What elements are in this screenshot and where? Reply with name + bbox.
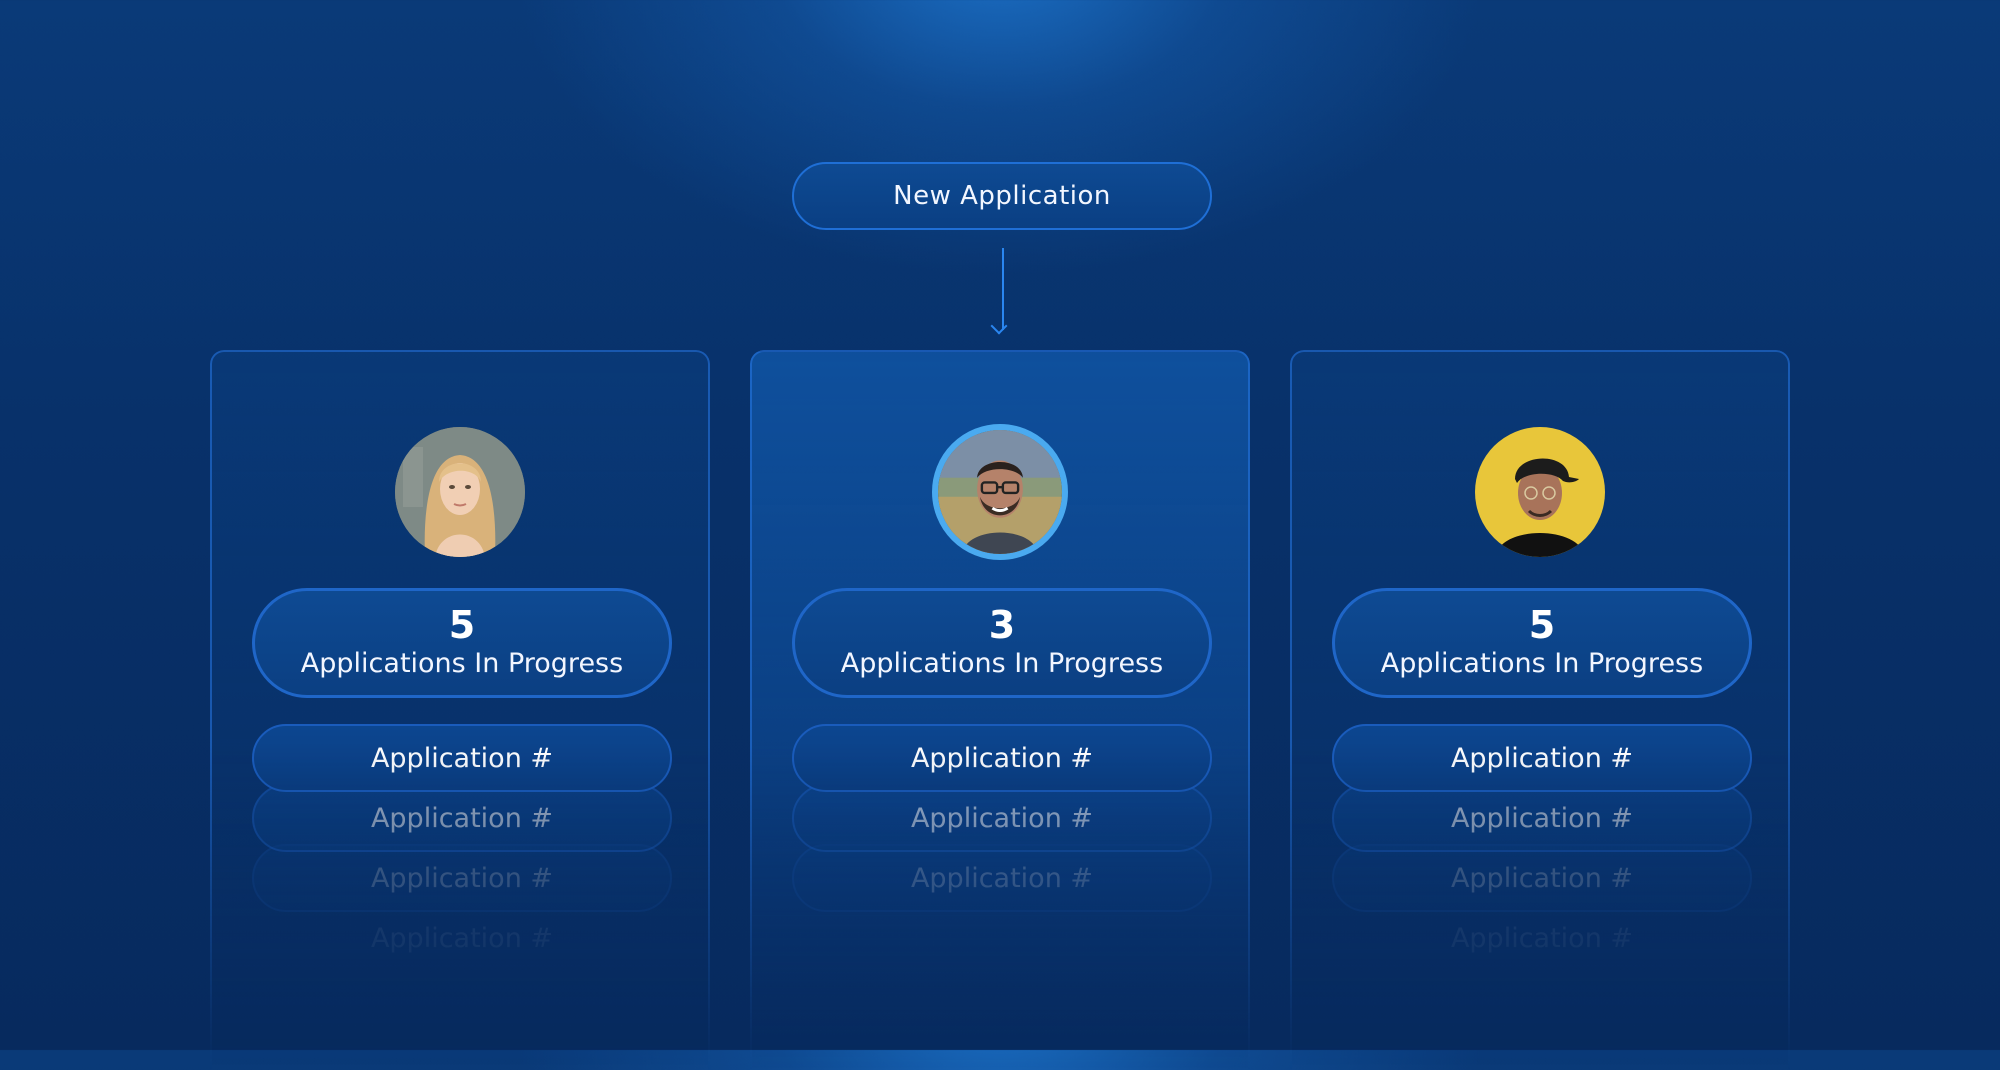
assignee-card-1: 5 Applications In Progress Application #… bbox=[210, 350, 710, 1070]
count-label: Applications In Progress bbox=[1380, 648, 1704, 679]
assignee-card-2: 3 Applications In Progress Application #… bbox=[750, 350, 1250, 1070]
arrow-down-icon bbox=[990, 317, 1008, 335]
count-label: Applications In Progress bbox=[840, 648, 1164, 679]
new-application-node[interactable]: New Application bbox=[792, 162, 1212, 230]
man-avatar-image bbox=[938, 430, 1062, 554]
application-item[interactable]: Application # bbox=[792, 724, 1212, 792]
application-item[interactable]: Application # bbox=[1332, 904, 1752, 972]
application-item[interactable]: Application # bbox=[792, 784, 1212, 852]
avatar bbox=[395, 427, 525, 557]
applications-count-badge: 5 Applications In Progress bbox=[252, 588, 672, 698]
count-number: 5 bbox=[1528, 603, 1556, 647]
application-item[interactable]: Application # bbox=[252, 904, 672, 972]
count-number: 3 bbox=[988, 603, 1016, 647]
application-item[interactable]: Application # bbox=[1332, 844, 1752, 912]
count-label: Applications In Progress bbox=[300, 648, 624, 679]
application-item[interactable]: Application # bbox=[252, 784, 672, 852]
application-item[interactable]: Application # bbox=[1332, 784, 1752, 852]
avatar bbox=[1475, 427, 1605, 557]
application-item[interactable]: Application # bbox=[792, 844, 1212, 912]
application-item[interactable]: Application # bbox=[252, 724, 672, 792]
assignee-card-3: 5 Applications In Progress Application #… bbox=[1290, 350, 1790, 1070]
count-number: 5 bbox=[448, 603, 476, 647]
woman-avatar-image bbox=[395, 427, 525, 557]
application-item[interactable]: Application # bbox=[1332, 724, 1752, 792]
flow-arrow-line bbox=[1002, 248, 1004, 330]
avatar bbox=[932, 424, 1068, 560]
applications-count-badge: 3 Applications In Progress bbox=[792, 588, 1212, 698]
applications-count-badge: 5 Applications In Progress bbox=[1332, 588, 1752, 698]
man-cap-avatar-image bbox=[1475, 427, 1605, 557]
application-item[interactable]: Application # bbox=[252, 844, 672, 912]
